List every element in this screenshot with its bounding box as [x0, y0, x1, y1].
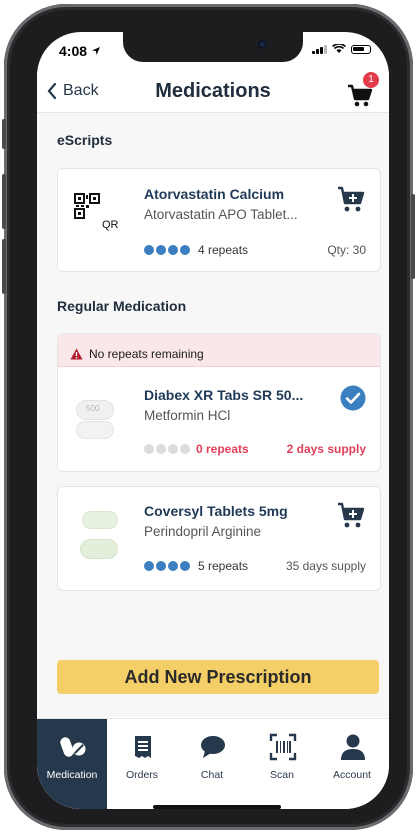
quantity-label: Qty: 30: [327, 243, 366, 257]
section-title-escripts: eScripts: [57, 132, 113, 148]
qr-label: QR: [102, 219, 119, 231]
pill-image: [82, 511, 118, 529]
med-name: Atorvastatin Calcium: [144, 186, 285, 202]
repeat-dot: [180, 245, 190, 255]
content-area: eScripts QR Atorvastatin Calcium Atorvas…: [37, 113, 389, 717]
repeat-dot: [180, 444, 190, 454]
repeats-dots: [144, 245, 190, 255]
pill-image: [76, 421, 114, 439]
repeat-dot: [168, 561, 178, 571]
tab-label: Scan: [270, 769, 294, 781]
repeat-dot: [144, 245, 154, 255]
medication-card-diabex[interactable]: No repeats remaining 500 Diabex XR Tabs …: [57, 333, 381, 472]
phone-frame: 4:08 Back Medications 1 eScripts QR Ator…: [2, 4, 415, 830]
repeats-label: 0 repeats: [196, 442, 249, 456]
med-name: Diabex XR Tabs SR 50...: [144, 387, 304, 403]
status-time: 4:08: [59, 43, 101, 59]
mute-switch: [2, 119, 6, 149]
repeat-dot: [144, 561, 154, 571]
navbar: Back Medications 1: [37, 72, 389, 113]
tab-label: Medication: [46, 769, 98, 781]
qr-code-icon: [74, 193, 100, 219]
tab-bar: Medication Orders Chat Scan Account: [37, 718, 389, 809]
repeats-label: 5 repeats: [198, 559, 249, 573]
volume-down-button: [2, 239, 6, 294]
med-generic-name: Metformin HCl: [144, 408, 231, 423]
supply-label: 35 days supply: [285, 559, 366, 573]
check-circle-icon[interactable]: [340, 385, 366, 411]
person-icon: [341, 734, 365, 760]
section-title-regular: Regular Medication: [57, 298, 187, 314]
volume-up-button: [2, 174, 6, 229]
barcode-scan-icon: [269, 733, 297, 761]
tab-label: Orders: [125, 769, 159, 781]
repeats-dots: [144, 561, 190, 571]
tab-scan[interactable]: Scan: [247, 719, 317, 789]
escript-card[interactable]: QR Atorvastatin Calcium Atorvastatin APO…: [57, 168, 381, 272]
status-icons: [312, 44, 371, 54]
add-new-prescription-button[interactable]: Add New Prescription: [57, 660, 379, 694]
notch: [123, 32, 303, 62]
tab-label: Chat: [200, 769, 224, 781]
repeat-dot: [156, 444, 166, 454]
battery-icon: [351, 44, 371, 54]
warning-text: No repeats remaining: [89, 347, 204, 361]
warning-triangle-icon: [70, 348, 83, 360]
repeats-label: 4 repeats: [198, 243, 249, 257]
pill-image: [80, 539, 118, 559]
status-time-text: 4:08: [59, 43, 88, 59]
add-to-cart-icon[interactable]: [336, 185, 366, 213]
repeat-dot: [180, 561, 190, 571]
tab-medication[interactable]: Medication: [37, 719, 107, 809]
warning-banner: No repeats remaining: [58, 334, 380, 367]
repeat-dot: [168, 245, 178, 255]
med-generic-name: Atorvastatin APO Tablet...: [144, 207, 298, 222]
supply-label: 2 days supply: [286, 442, 366, 456]
signal-icon: [312, 44, 327, 54]
camera-icon: [258, 40, 267, 49]
med-generic-name: Perindopril Arginine: [144, 524, 262, 539]
repeat-dot: [156, 245, 166, 255]
repeat-dot: [168, 444, 178, 454]
tab-account[interactable]: Account: [317, 719, 387, 789]
med-name: Coversyl Tablets 5mg: [144, 503, 288, 519]
medication-card-coversyl[interactable]: Coversyl Tablets 5mg Perindopril Arginin…: [57, 486, 381, 591]
repeat-dot: [156, 561, 166, 571]
wifi-icon: [332, 44, 346, 53]
home-indicator: [153, 805, 281, 809]
tab-chat[interactable]: Chat: [177, 719, 247, 789]
screen: 4:08 Back Medications 1 eScripts QR Ator…: [37, 32, 389, 809]
location-arrow-icon: [91, 47, 100, 55]
repeat-dot: [144, 444, 154, 454]
tab-orders[interactable]: Orders: [107, 719, 177, 789]
power-button: [411, 194, 415, 279]
tab-label: Account: [333, 769, 371, 781]
pill-imprint: 500: [86, 404, 100, 413]
add-to-cart-icon[interactable]: [336, 501, 366, 529]
page-title: Medications: [155, 80, 271, 102]
repeats-dots: [144, 444, 190, 454]
cart-badge: 1: [363, 72, 379, 88]
pill-icon: [60, 737, 86, 757]
receipt-icon: [135, 736, 151, 758]
pill-image: 500: [76, 400, 114, 420]
chat-bubble-icon: [201, 736, 225, 758]
